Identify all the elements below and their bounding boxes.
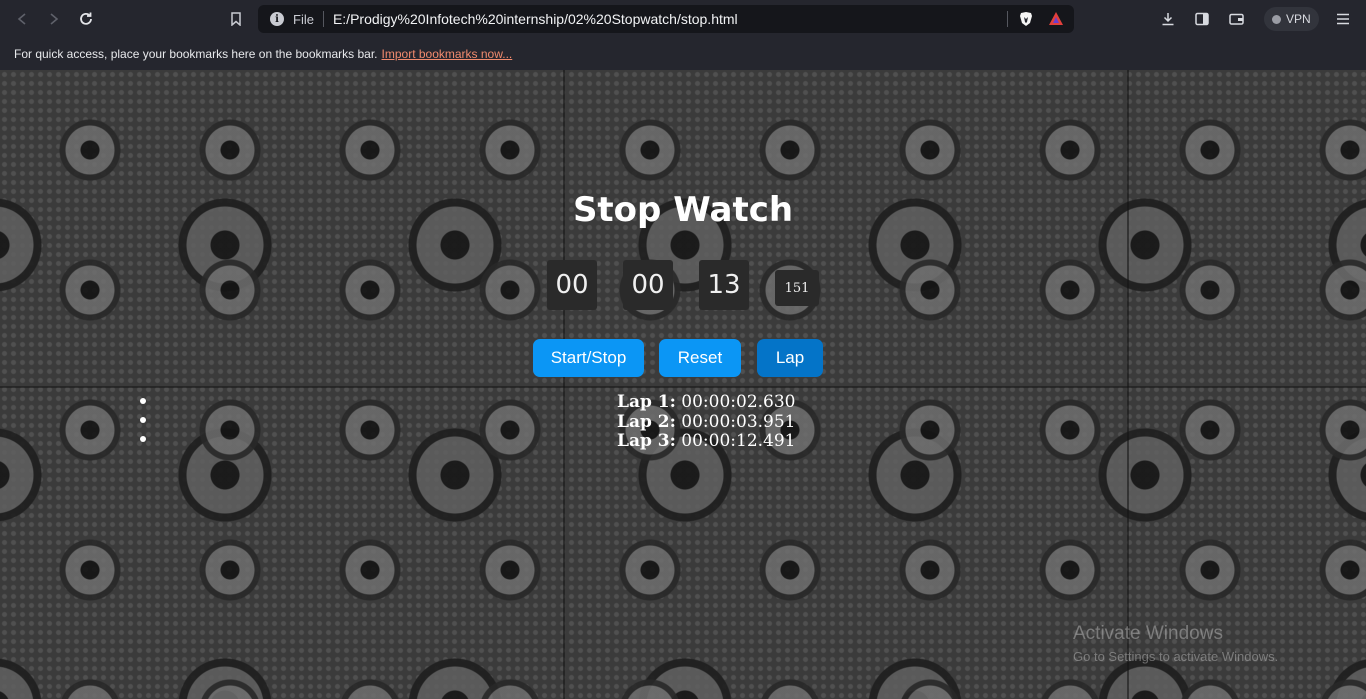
bookmarks-bar: For quick access, place your bookmarks h…: [0, 38, 1366, 70]
lap-time: 00:00:12.491: [681, 431, 796, 451]
lap-label: Lap 3:: [617, 431, 676, 451]
watermark-title: Activate Windows: [1073, 623, 1223, 644]
list-bullet: [140, 417, 146, 423]
sidebar-icon: [1195, 12, 1209, 26]
bookmarks-bar-message: For quick access, place your bookmarks h…: [14, 47, 378, 61]
time-display: 00 00 13 151: [0, 260, 1366, 310]
main-menu-button[interactable]: [1331, 7, 1355, 31]
vpn-button[interactable]: VPN: [1264, 7, 1319, 31]
list-item: Lap 2: 00:00:03.951: [617, 411, 796, 433]
back-arrow-icon: [17, 13, 26, 25]
brave-shields-icon[interactable]: [1018, 11, 1034, 27]
hours-display: 00: [547, 260, 597, 310]
lap-time: 00:00:03.951: [681, 411, 796, 432]
lap-label: Lap 1:: [617, 392, 676, 412]
hamburger-menu-icon: [1336, 13, 1349, 25]
bookmark-icon: [231, 12, 241, 26]
list-item: Lap 1: 00:00:02.630: [617, 392, 796, 413]
vpn-label: VPN: [1286, 12, 1311, 26]
wallet-button[interactable]: [1224, 7, 1248, 31]
background-tile-seam: [1127, 70, 1129, 699]
lap-button[interactable]: Lap: [757, 339, 823, 377]
browser-toolbar: i File E:/Prodigy%20Infotech%20internshi…: [0, 0, 1366, 38]
address-bar[interactable]: i File E:/Prodigy%20Infotech%20internshi…: [258, 5, 1074, 33]
bookmark-page-button[interactable]: [224, 7, 248, 31]
background-tile-seam: [0, 386, 1366, 388]
list-bullet: [140, 436, 146, 442]
reset-button[interactable]: Reset: [659, 339, 741, 377]
reload-button[interactable]: [70, 3, 102, 35]
download-icon: [1162, 13, 1174, 26]
url-text[interactable]: E:/Prodigy%20Infotech%20internship/02%20…: [333, 11, 1007, 27]
wallet-icon: [1228, 13, 1244, 25]
url-scheme-label: File: [293, 11, 314, 27]
forward-button[interactable]: [38, 3, 70, 35]
back-button[interactable]: [6, 3, 38, 35]
toolbar-actions: VPN: [1156, 7, 1365, 31]
brave-rewards-icon[interactable]: [1048, 11, 1064, 27]
divider: [1007, 11, 1008, 27]
vpn-status-dot-icon: [1272, 14, 1281, 24]
divider: [322, 11, 324, 27]
sidebar-button[interactable]: [1190, 7, 1214, 31]
downloads-button[interactable]: [1156, 7, 1180, 31]
watermark-subtitle: Go to Settings to activate Windows.: [1073, 649, 1279, 664]
seconds-display: 13: [699, 260, 749, 310]
list-item: Lap 3: 00:00:12.491: [617, 431, 796, 452]
forward-arrow-icon: [50, 13, 59, 25]
reload-icon: [80, 12, 92, 25]
minutes-display: 00: [623, 260, 673, 310]
milliseconds-display: 151: [775, 270, 819, 306]
import-bookmarks-link[interactable]: Import bookmarks now...: [382, 47, 513, 61]
page-background: Stop Watch 00 00 13 151 Start/Stop Reset…: [0, 70, 1366, 699]
lap-time: 00:00:02.630: [681, 392, 796, 412]
lap-label: Lap 2:: [617, 411, 676, 432]
background-tile-seam: [563, 70, 565, 699]
page-title: Stop Watch: [572, 190, 794, 230]
activate-windows-watermark: Activate Windows Go to Settings to activ…: [1073, 623, 1278, 664]
site-info-icon[interactable]: i: [270, 12, 284, 26]
list-bullet: [140, 398, 146, 404]
lap-list: Lap 1: 00:00:02.630 Lap 2: 00:00:03.951 …: [617, 392, 796, 452]
lap-list-bullets: [140, 398, 146, 455]
start-stop-button[interactable]: Start/Stop: [533, 339, 644, 377]
